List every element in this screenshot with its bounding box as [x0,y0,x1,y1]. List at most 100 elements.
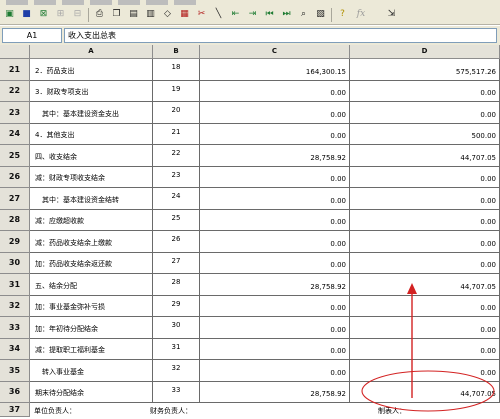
cell-cumulative[interactable]: 0.00 [350,102,500,124]
cell-cumulative[interactable]: 0.00 [350,209,500,231]
sort-ascending-icon[interactable]: ⇤ [228,7,243,22]
cell-item-name[interactable]: 加：年初待分配结余 [30,317,153,339]
row-header[interactable]: 26 [0,166,30,188]
row-header[interactable]: 30 [0,252,30,274]
grid-settings-icon[interactable]: ▧ [313,7,328,22]
cell-current-period[interactable]: 0.00 [200,317,350,339]
cell-line-number[interactable]: 25 [153,209,200,231]
cell-item-name[interactable]: 五、结余分配 [30,274,153,296]
cell-line-number[interactable]: 28 [153,274,200,296]
cell-current-period[interactable]: 28,758.92 [200,145,350,167]
cell-item-name[interactable]: 其中：基本建设资金结转 [30,188,153,210]
cell-current-period[interactable]: 0.00 [200,360,350,382]
cell-current-period[interactable]: 0.00 [200,338,350,360]
row-header[interactable]: 29 [0,231,30,253]
cell-cumulative[interactable]: 44,707.05 [350,381,500,403]
cell-current-period[interactable]: 0.00 [200,80,350,102]
paste-special-icon[interactable]: ▥ [143,7,158,22]
paste-icon[interactable]: ▤ [126,7,141,22]
cell-cumulative[interactable]: 44,707.05 [350,145,500,167]
cell-current-period[interactable]: 0.00 [200,102,350,124]
grid-alt-icon[interactable]: ⊟ [70,7,85,22]
cell-current-period[interactable]: 0.00 [200,231,350,253]
cell-cumulative[interactable]: 500.00 [350,123,500,145]
cell-item-name[interactable]: 其中：基本建设资金支出 [30,102,153,124]
row-header[interactable]: 31 [0,274,30,296]
print-icon[interactable]: ⎙ [92,7,107,22]
first-record-icon[interactable]: ⏮ [262,7,277,22]
row-header[interactable]: 28 [0,209,30,231]
copy-icon[interactable]: ❐ [109,7,124,22]
line-icon[interactable]: ╲ [211,7,226,22]
cell-item-name[interactable]: 转入事业基金 [30,360,153,382]
cell-line-number[interactable]: 24 [153,188,200,210]
row-header[interactable]: 35 [0,360,30,382]
save-icon[interactable]: ■ [19,7,34,22]
delete-rows-icon[interactable]: ✂ [194,7,209,22]
row-header[interactable]: 22 [0,80,30,102]
cell-line-number[interactable]: 26 [153,231,200,253]
column-header-c[interactable]: C [200,45,350,59]
cell-cumulative[interactable]: 0.00 [350,338,500,360]
help-icon[interactable]: ? [335,7,350,22]
cell-current-period[interactable]: 0.00 [200,295,350,317]
cell-line-number[interactable]: 19 [153,80,200,102]
cell-cumulative[interactable]: 0.00 [350,317,500,339]
cell-line-number[interactable]: 23 [153,166,200,188]
cell-line-number[interactable]: 27 [153,252,200,274]
cell-line-number[interactable]: 18 [153,59,200,81]
cell-item-name[interactable]: 加：药品收支结余返还款 [30,252,153,274]
cell-item-name[interactable]: 加：事业基金弥补亏损 [30,295,153,317]
cell-line-number[interactable]: 21 [153,123,200,145]
cell-cumulative[interactable]: 0.00 [350,231,500,253]
row-header[interactable]: 23 [0,102,30,124]
row-header[interactable]: 21 [0,59,30,81]
row-header[interactable]: 32 [0,295,30,317]
row-header[interactable]: 36 [0,381,30,403]
cell-line-number[interactable]: 22 [153,145,200,167]
row-header[interactable]: 34 [0,338,30,360]
cell-item-name[interactable]: 减：财政专项收支结余 [30,166,153,188]
cell-current-period[interactable]: 0.00 [200,123,350,145]
exit-icon[interactable]: ⇲ [384,7,399,22]
cell-cumulative[interactable]: 575,517.26 [350,59,500,81]
row-header[interactable]: 27 [0,188,30,210]
cell-cumulative[interactable]: 0.00 [350,252,500,274]
cell-current-period[interactable]: 28,758.92 [200,381,350,403]
grid-icon[interactable]: ⊞ [53,7,68,22]
function-icon[interactable]: fx [352,7,370,22]
cell-reference-box[interactable]: A1 [2,28,62,43]
corner-select-all[interactable] [0,45,30,59]
cell-item-name[interactable]: 四、收支结余 [30,145,153,167]
cell-item-name[interactable]: 期末待分配结余 [30,381,153,403]
cell-line-number[interactable]: 33 [153,381,200,403]
column-header-b[interactable]: B [153,45,200,59]
cell-cumulative[interactable]: 0.00 [350,166,500,188]
column-header-d[interactable]: D [350,45,500,59]
cell-current-period[interactable]: 0.00 [200,252,350,274]
cell-item-name[interactable]: 减：提取职工福利基金 [30,338,153,360]
cell-line-number[interactable]: 30 [153,317,200,339]
close-icon[interactable]: ⊠ [36,7,51,22]
cell-item-name[interactable]: 3．财政专项支出 [30,80,153,102]
cell-cumulative[interactable]: 44,707.05 [350,274,500,296]
column-header-a[interactable]: A [30,45,153,59]
insert-rows-icon[interactable]: ▦ [177,7,192,22]
cell-cumulative[interactable]: 0.00 [350,188,500,210]
cell-item-name[interactable]: 2．药品支出 [30,59,153,81]
cell-current-period[interactable]: 0.00 [200,209,350,231]
row-header[interactable]: 25 [0,145,30,167]
cell-item-name[interactable]: 4．其他支出 [30,123,153,145]
cell-current-period[interactable]: 164,300.15 [200,59,350,81]
row-header[interactable]: 33 [0,317,30,339]
cell-line-number[interactable]: 32 [153,360,200,382]
row-header[interactable]: 24 [0,123,30,145]
find-icon[interactable]: ⌕ [296,7,311,22]
cell-line-number[interactable]: 20 [153,102,200,124]
cell-cumulative[interactable]: 0.00 [350,360,500,382]
cell-item-name[interactable]: 减：药品收支结余上缴款 [30,231,153,253]
cell-cumulative[interactable]: 0.00 [350,80,500,102]
last-record-icon[interactable]: ⏭ [279,7,294,22]
formula-input[interactable]: 收入支出总表 [64,28,497,43]
cell-item-name[interactable]: 减：应缴超收款 [30,209,153,231]
